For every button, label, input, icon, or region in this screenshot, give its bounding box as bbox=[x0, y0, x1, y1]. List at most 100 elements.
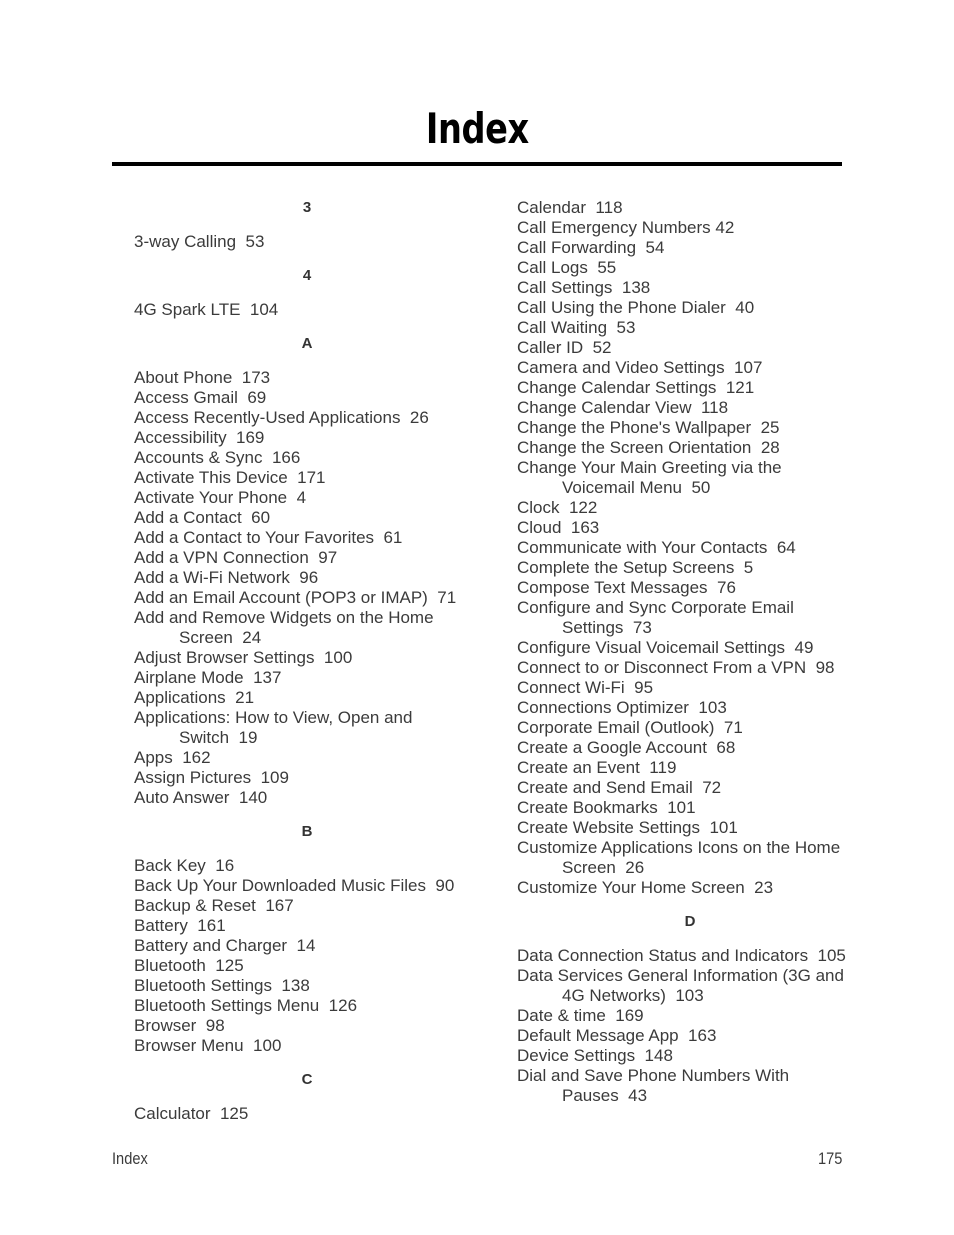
index-entry[interactable]: Add a Contact to Your Favorites 61 bbox=[134, 528, 480, 548]
index-entry[interactable]: Connect to or Disconnect From a VPN 98 bbox=[517, 658, 863, 678]
index-entry[interactable]: Bluetooth 125 bbox=[134, 956, 480, 976]
index-entry[interactable]: Create a Google Account 68 bbox=[517, 738, 863, 758]
index-entry-continuation: Screen 26 bbox=[562, 858, 645, 877]
index-column-left: 3 3-way Calling 53 4 4G Spark LTE 104 A About… bbox=[134, 198, 480, 1124]
index-section: 4 4G Spark LTE 104 bbox=[134, 252, 480, 320]
section-letter-b: B bbox=[301, 823, 313, 840]
index-entry[interactable]: Accounts & Sync 166 bbox=[134, 448, 480, 468]
index-entry[interactable]: Dial and Save Phone Numbers With Pauses 4… bbox=[517, 1066, 863, 1106]
index-entry[interactable]: Change the Screen Orientation 28 bbox=[517, 438, 863, 458]
index-entry[interactable]: Call Emergency Numbers 42 bbox=[517, 218, 863, 238]
index-entry[interactable]: Clock 122 bbox=[517, 498, 863, 518]
index-entry[interactable]: Add a Wi-Fi Network 96 bbox=[134, 568, 480, 588]
index-entry[interactable]: Communicate with Your Contacts 64 bbox=[517, 538, 863, 558]
index-entry[interactable]: Browser Menu 100 bbox=[134, 1036, 480, 1056]
index-section: 3 3-way Calling 53 bbox=[134, 198, 480, 252]
index-entry[interactable]: Date & time 169 bbox=[517, 1006, 863, 1026]
index-entry[interactable]: Configure Visual Voicemail Settings 49 bbox=[517, 638, 863, 658]
index-entry[interactable]: Customize Your Home Screen 23 bbox=[517, 878, 863, 898]
index-entry[interactable]: 3-way Calling 53 bbox=[134, 232, 480, 252]
index-entry[interactable]: Customize Applications Icons on the Home… bbox=[517, 838, 863, 878]
index-entry[interactable]: Change the Phone's Wallpaper 25 bbox=[517, 418, 863, 438]
index-entry[interactable]: Create an Event 119 bbox=[517, 758, 863, 778]
index-entry[interactable]: Call Waiting 53 bbox=[517, 318, 863, 338]
index-entry[interactable]: Accessibility 169 bbox=[134, 428, 480, 448]
section-letter-3: 3 bbox=[302, 199, 312, 216]
index-section: D Data Connection Status and Indicators 1… bbox=[517, 898, 863, 1106]
index-entry[interactable]: Add a Contact 60 bbox=[134, 508, 480, 528]
index-entry[interactable]: Configure and Sync Corporate Email Settin… bbox=[517, 598, 863, 638]
index-entry[interactable]: Create and Send Email 72 bbox=[517, 778, 863, 798]
index-entry[interactable]: Caller ID 52 bbox=[517, 338, 863, 358]
index-entry[interactable]: Camera and Video Settings 107 bbox=[517, 358, 863, 378]
index-entry[interactable]: Back Key 16 bbox=[134, 856, 480, 876]
index-entry[interactable]: Connections Optimizer 103 bbox=[517, 698, 863, 718]
index-entry[interactable]: Bluetooth Settings 138 bbox=[134, 976, 480, 996]
index-entry[interactable]: 4G Spark LTE 104 bbox=[134, 300, 480, 320]
page-title: Index bbox=[425, 104, 529, 153]
index-entry[interactable]: Connect Wi-Fi 95 bbox=[517, 678, 863, 698]
index-entry[interactable]: Default Message App 163 bbox=[517, 1026, 863, 1046]
index-entry[interactable]: Access Gmail 69 bbox=[134, 388, 480, 408]
index-entry[interactable]: Auto Answer 140 bbox=[134, 788, 480, 808]
index-entry[interactable]: Calendar 118 bbox=[517, 198, 863, 218]
index-entry[interactable]: Access Recently-Used Applications 26 bbox=[134, 408, 480, 428]
section-letter-c: C bbox=[301, 1071, 313, 1088]
index-entry[interactable]: Assign Pictures 109 bbox=[134, 768, 480, 788]
index-entry[interactable]: Call Settings 138 bbox=[517, 278, 863, 298]
index-column-right: Calendar 118 Call Emergency Numbers 42 Cal… bbox=[517, 198, 863, 1106]
index-entry[interactable]: Bluetooth Settings Menu 126 bbox=[134, 996, 480, 1016]
index-entry[interactable]: Airplane Mode 137 bbox=[134, 668, 480, 688]
index-entry-continuation: Settings 73 bbox=[562, 618, 652, 637]
index-entry[interactable]: Battery 161 bbox=[134, 916, 480, 936]
index-entry[interactable]: Change Your Main Greeting via the Voicema… bbox=[517, 458, 863, 498]
index-entry[interactable]: Add and Remove Widgets on the Home Screen… bbox=[134, 608, 480, 648]
index-entry[interactable]: Compose Text Messages 76 bbox=[517, 578, 863, 598]
page-title-block: Index bbox=[112, 108, 842, 150]
index-entry[interactable]: Create Bookmarks 101 bbox=[517, 798, 863, 818]
index-page: Index 3 3-way Calling 53 4 4G Spark LTE 104… bbox=[0, 0, 954, 1235]
index-entry[interactable]: Apps 162 bbox=[134, 748, 480, 768]
index-entry-continuation: Pauses 43 bbox=[562, 1086, 648, 1105]
index-entry[interactable]: Data Connection Status and Indicators 10… bbox=[517, 946, 863, 966]
index-entry-continuation: 4G Networks) 103 bbox=[562, 986, 704, 1005]
index-entry[interactable]: Activate This Device 171 bbox=[134, 468, 480, 488]
index-entry[interactable]: Calculator 125 bbox=[134, 1104, 480, 1124]
index-entry[interactable]: Corporate Email (Outlook) 71 bbox=[517, 718, 863, 738]
index-section: Calendar 118 Call Emergency Numbers 42 Cal… bbox=[517, 198, 863, 898]
index-entry-continuation: Voicemail Menu 50 bbox=[562, 478, 711, 497]
index-entry[interactable]: Add a VPN Connection 97 bbox=[134, 548, 480, 568]
section-letter-d: D bbox=[684, 913, 696, 930]
index-entry[interactable]: Applications: How to View, Open and Switc… bbox=[134, 708, 480, 748]
index-entry[interactable]: Change Calendar View 118 bbox=[517, 398, 863, 418]
index-entry[interactable]: Activate Your Phone 4 bbox=[134, 488, 480, 508]
index-entry[interactable]: Browser 98 bbox=[134, 1016, 480, 1036]
index-entry[interactable]: Add an Email Account (POP3 or IMAP) 71 bbox=[134, 588, 480, 608]
index-entry[interactable]: Battery and Charger 14 bbox=[134, 936, 480, 956]
index-entry[interactable]: Create Website Settings 101 bbox=[517, 818, 863, 838]
index-entry[interactable]: Data Services General Information (3G an… bbox=[517, 966, 863, 1006]
index-entry[interactable]: Complete the Setup Screens 5 bbox=[517, 558, 863, 578]
index-entry[interactable]: Call Logs 55 bbox=[517, 258, 863, 278]
index-entry[interactable]: Backup & Reset 167 bbox=[134, 896, 480, 916]
index-entry[interactable]: Change Calendar Settings 121 bbox=[517, 378, 863, 398]
index-entry[interactable]: Call Forwarding 54 bbox=[517, 238, 863, 258]
footer-page-number: 175 bbox=[817, 1149, 842, 1168]
index-entry[interactable]: Applications 21 bbox=[134, 688, 480, 708]
section-letter-4: 4 bbox=[302, 267, 312, 284]
index-entry[interactable]: Call Using the Phone Dialer 40 bbox=[517, 298, 863, 318]
index-entry[interactable]: About Phone 173 bbox=[134, 368, 480, 388]
section-letter-a: A bbox=[301, 335, 313, 352]
index-section: B Back Key 16 Back Up Your Downloaded Musi… bbox=[134, 808, 480, 1056]
index-section: A About Phone 173 Access Gmail 69 Access Re… bbox=[134, 320, 480, 808]
index-entry[interactable]: Adjust Browser Settings 100 bbox=[134, 648, 480, 668]
index-entry[interactable]: Device Settings 148 bbox=[517, 1046, 863, 1066]
index-entry[interactable]: Back Up Your Downloaded Music Files 90 bbox=[134, 876, 480, 896]
index-entry[interactable]: Cloud 163 bbox=[517, 518, 863, 538]
